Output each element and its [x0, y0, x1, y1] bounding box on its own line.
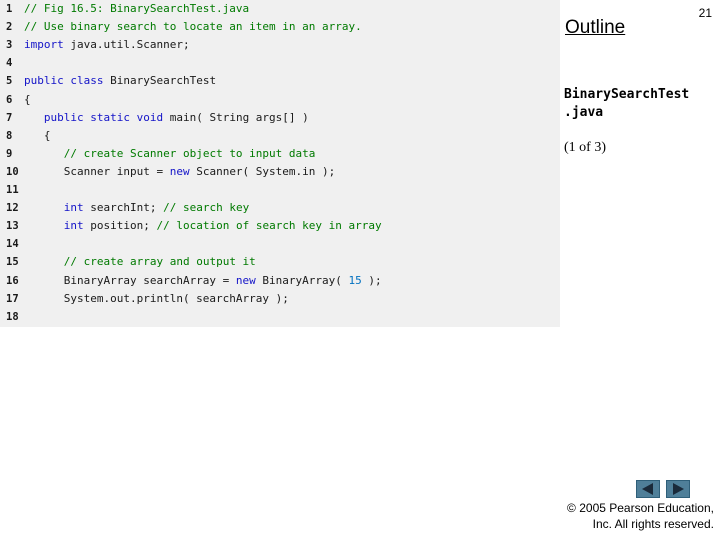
code-token: 15	[348, 273, 362, 287]
line-number: 12	[6, 202, 19, 215]
code-text: public static void main( String args[] )	[24, 109, 309, 127]
line-number: 14	[6, 238, 19, 251]
copyright-line-2: Inc. All rights reserved.	[592, 517, 714, 531]
code-token: );	[361, 273, 382, 287]
code-token: searchInt;	[83, 201, 164, 215]
code-token: // Fig 16.5: BinarySearchTest.java	[24, 2, 250, 15]
code-line: 5 public class BinarySearchTest	[0, 72, 560, 90]
code-token: public static void	[43, 110, 164, 124]
code-line: 1 // Fig 16.5: BinarySearchTest.java	[0, 0, 560, 18]
code-text: // create array and output it	[24, 253, 256, 271]
code-token: java.util.Scanner;	[63, 38, 190, 52]
triangle-left-icon	[642, 483, 653, 495]
code-line: 10 Scanner input = new Scanner( System.i…	[0, 163, 560, 181]
code-token: new	[235, 273, 256, 287]
slide-number: 21	[698, 6, 712, 20]
line-number: 10	[6, 165, 19, 178]
code-line: 14	[0, 235, 560, 253]
page-indicator: (1 of 3)	[564, 140, 606, 155]
code-token: BinaryArray searchArray =	[24, 273, 236, 287]
code-line: 8 {	[0, 127, 560, 145]
code-line: 7 public static void main( String args[]…	[0, 109, 560, 127]
code-token: BinaryArray(	[255, 273, 349, 287]
code-listing: 1 // Fig 16.5: BinarySearchTest.java 2 // U…	[0, 0, 560, 327]
line-number: 1	[6, 3, 13, 15]
code-token: Scanner input =	[24, 164, 170, 178]
code-token: position;	[83, 219, 157, 233]
previous-slide-button[interactable]	[636, 480, 660, 498]
code-line: 11	[0, 181, 560, 199]
line-number: 18	[6, 310, 19, 323]
code-text: import java.util.Scanner;	[24, 36, 190, 54]
code-line: 9 // create Scanner object to input data	[0, 145, 560, 163]
line-number: 16	[6, 274, 19, 287]
line-number: 2	[6, 21, 13, 34]
code-text: System.out.println( searchArray );	[24, 290, 289, 308]
code-line: 18	[0, 308, 560, 326]
code-token: {	[24, 128, 51, 142]
code-line: 2 // Use binary search to locate an item …	[0, 18, 560, 36]
copyright-notice: © 2005 Pearson Education, Inc. All right…	[514, 500, 714, 532]
line-number: 6	[6, 93, 13, 106]
copyright-line-1: © 2005 Pearson Education,	[567, 501, 714, 515]
code-text: {	[24, 127, 51, 145]
filename-line-1: BinarySearchTest	[564, 87, 690, 102]
line-number: 7	[6, 111, 13, 124]
code-text: // Use binary search to locate an item i…	[24, 18, 362, 36]
code-text: // Fig 16.5: BinarySearchTest.java	[24, 0, 249, 18]
code-token: import	[24, 38, 64, 52]
code-line: 17 System.out.println( searchArray );	[0, 290, 560, 308]
code-token: // Use binary search to locate an item i…	[24, 20, 362, 34]
code-token: BinarySearchTest	[103, 74, 217, 88]
line-number: 15	[6, 256, 19, 269]
line-number: 8	[6, 129, 13, 142]
code-line: 4	[0, 54, 560, 72]
filename-line-2: .java	[564, 105, 604, 120]
code-token: // location of search key in array	[156, 219, 382, 233]
code-line: 15 // create array and output it	[0, 253, 560, 271]
outline-title[interactable]: Outline	[565, 17, 625, 39]
source-filename: BinarySearchTest .java	[564, 86, 689, 122]
line-number: 17	[6, 292, 19, 305]
code-text: {	[24, 91, 31, 109]
next-slide-button[interactable]	[666, 480, 690, 498]
code-line: 6{	[0, 91, 560, 109]
code-text: int position; // location of search key …	[24, 217, 382, 235]
code-token: // create Scanner object to input data	[63, 146, 316, 160]
code-token: System.out.println( searchArray );	[24, 291, 289, 305]
line-number: 4	[6, 57, 13, 70]
line-number: 11	[6, 184, 19, 196]
triangle-right-icon	[673, 483, 684, 495]
line-number: 3	[6, 39, 13, 52]
line-number: 13	[6, 220, 19, 233]
code-token: new	[169, 164, 190, 178]
code-token: {	[24, 92, 31, 106]
code-line: 13 int position; // location of search k…	[0, 217, 560, 235]
code-line: 16 BinaryArray searchArray = new BinaryA…	[0, 272, 560, 290]
code-text: BinaryArray searchArray = new BinaryArra…	[24, 272, 382, 290]
code-text: // create Scanner object to input data	[24, 145, 316, 163]
line-number: 5	[6, 75, 13, 88]
code-token: public class	[24, 74, 104, 88]
code-token: int	[63, 201, 84, 215]
code-text: int searchInt; // search key	[24, 199, 249, 217]
code-line: 3 import java.util.Scanner;	[0, 36, 560, 54]
code-token: // search key	[163, 201, 250, 215]
code-text: Scanner input = new Scanner( System.in )…	[24, 163, 336, 181]
line-number: 9	[6, 147, 13, 160]
code-line: 12 int searchInt; // search key	[0, 199, 560, 217]
code-token: // create array and output it	[63, 255, 256, 269]
code-text: public class BinarySearchTest	[24, 72, 216, 90]
code-token: main( String args[] )	[163, 110, 309, 124]
code-token: Scanner( System.in );	[189, 164, 336, 178]
code-token: int	[63, 219, 84, 233]
